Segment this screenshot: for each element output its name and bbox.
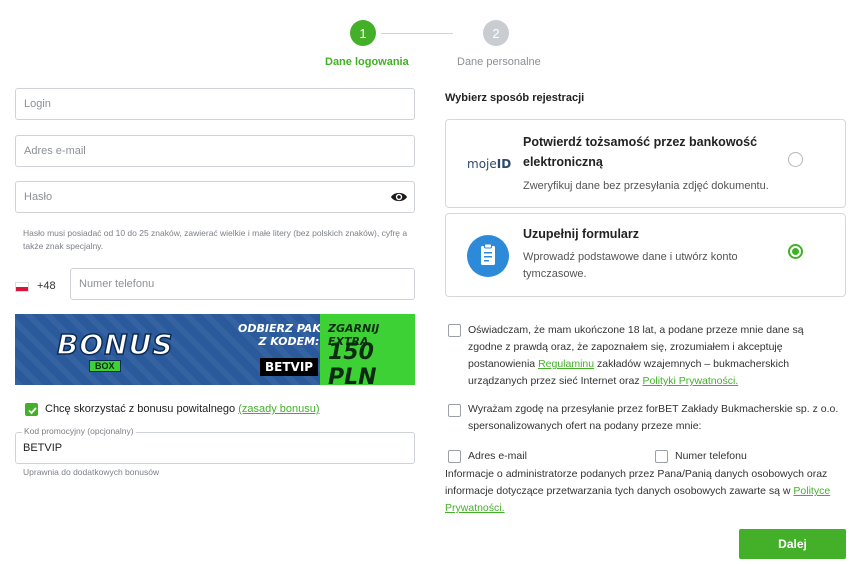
form-desc-line1: Wprowadź podstawowe dane i utwórz konto: [523, 251, 738, 263]
data-admin-info: Informacje o administratorze podanych pr…: [445, 466, 840, 517]
step-1-indicator: 1: [350, 20, 376, 46]
regulations-link[interactable]: Regulaminu: [538, 358, 594, 370]
promo-code-value[interactable]: BETVIP: [23, 442, 62, 454]
registration-method-title: Wybierz sposób rejestracji: [445, 92, 585, 104]
form-desc-line2: tymczasowe.: [523, 268, 587, 280]
form-option-desc: Wprowadź podstawowe dane i utwórz konto …: [523, 249, 738, 283]
mojeid-logo-moje: moje: [467, 157, 497, 171]
form-radio[interactable]: [788, 244, 803, 259]
clipboard-icon: [467, 235, 509, 277]
password-input[interactable]: [16, 182, 414, 212]
banner-extra-panel: ZGARNIJ EXTRA 150 PLN: [320, 314, 415, 385]
step-2-label: Dane personalne: [457, 56, 541, 68]
form-option-title: Uzupełnij formularz: [523, 227, 639, 241]
bonus-label: Chcę skorzystać z bonusu powitalnego: [45, 403, 236, 415]
bonus-banner[interactable]: BONUS BOX ODBIERZ PAKIET Z KODEM: BETVIP…: [15, 314, 415, 385]
privacy-policy-link[interactable]: Polityki Prywatności.: [643, 375, 739, 387]
step-connector: [381, 33, 453, 34]
bonus-checkbox[interactable]: [25, 403, 38, 416]
checkmark-icon: [28, 407, 37, 415]
promo-code-field[interactable]: [15, 432, 415, 464]
password-field: [15, 181, 415, 213]
mojeid-option-title: Potwierdź tożsamość przez bankowość elek…: [523, 132, 757, 172]
login-field: [15, 88, 415, 120]
email-field: [15, 135, 415, 167]
promo-code-legend: Kod promocyjny (opcjonalny): [22, 426, 136, 436]
phone-input[interactable]: [71, 269, 414, 299]
data-admin-info-text: Informacje o administratorze podanych pr…: [445, 468, 828, 497]
mojeid-option-desc: Zweryfikuj dane bez przesyłania zdjęć do…: [523, 180, 769, 192]
step-1-label: Dane logowania: [325, 56, 409, 68]
step-2-indicator: 2: [483, 20, 509, 46]
phone-field: [70, 268, 415, 300]
password-hint: Hasło musi posiadać od 10 do 25 znaków, …: [23, 228, 408, 251]
mojeid-logo: mojeID: [467, 157, 511, 171]
next-button[interactable]: Dalej: [739, 529, 846, 559]
email-offers-checkbox[interactable]: [448, 450, 461, 463]
bonus-label-row: Chcę skorzystać z bonusu powitalnego (za…: [45, 403, 320, 415]
promo-code-hint: Uprawnia do dodatkowych bonusów: [23, 467, 160, 477]
mojeid-title-line2: elektroniczną: [523, 155, 603, 169]
mojeid-radio[interactable]: [788, 152, 803, 167]
bonus-box-label: BOX: [89, 360, 121, 372]
form-option-card[interactable]: Uzupełnij formularz Wprowadź podstawowe …: [445, 213, 846, 297]
age-consent-text: Oświadczam, że mam ukończone 18 lat, a p…: [468, 322, 840, 390]
phone-prefix[interactable]: +48: [37, 280, 56, 292]
login-input[interactable]: [16, 89, 414, 119]
age-consent-checkbox[interactable]: [448, 324, 461, 337]
banner-code: BETVIP: [260, 358, 319, 376]
mojeid-logo-id: ID: [496, 157, 512, 171]
email-offers-label: Adres e-mail: [468, 450, 527, 462]
email-input[interactable]: [16, 136, 414, 166]
poland-flag-icon: [15, 282, 29, 292]
mojeid-title-line1: Potwierdź tożsamość przez bankowość: [523, 135, 758, 149]
bonus-rules-link[interactable]: (zasady bonusu): [238, 403, 319, 415]
phone-offers-label: Numer telefonu: [675, 450, 747, 462]
marketing-consent-checkbox[interactable]: [448, 404, 461, 417]
phone-offers-checkbox[interactable]: [655, 450, 668, 463]
bonus-logo-text: BONUS: [56, 327, 174, 362]
marketing-consent-text: Wyrażam zgodę na przesyłanie przez forBE…: [468, 403, 839, 432]
mojeid-option-card[interactable]: mojeID Potwierdź tożsamość przez bankowo…: [445, 119, 846, 208]
banner-extra-amount: 150 PLN: [328, 340, 377, 385]
eye-icon[interactable]: [390, 190, 408, 204]
